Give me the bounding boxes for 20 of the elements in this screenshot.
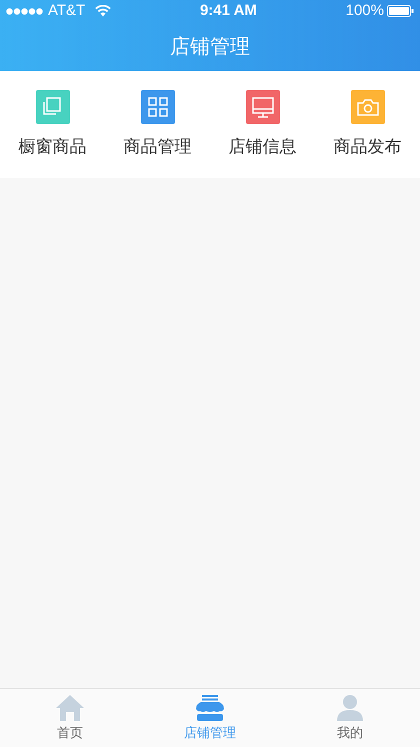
menu-label[interactable]: 橱窗商品 <box>18 134 86 160</box>
monitor-icon[interactable] <box>246 90 280 124</box>
camera-icon[interactable] <box>350 90 384 124</box>
menu-label[interactable]: 店铺信息 <box>228 134 296 160</box>
shop-icon <box>196 694 224 721</box>
home-icon <box>56 694 84 721</box>
tab-bar-item[interactable]: 我的 <box>280 689 420 747</box>
menu-label[interactable]: 商品发布 <box>334 134 402 160</box>
clock-time: 9:41 AM <box>200 0 257 21</box>
signal-icon <box>6 8 44 14</box>
page-title: 店铺管理 <box>170 34 250 60</box>
user-icon <box>336 694 364 721</box>
grid-icon[interactable] <box>140 90 174 124</box>
carrier-name: AT&T <box>48 0 86 21</box>
tab-bar-item[interactable]: 首页 <box>0 689 140 747</box>
wifi-icon <box>95 5 112 17</box>
copy-icon[interactable] <box>36 90 70 124</box>
menu-label[interactable]: 商品管理 <box>124 134 192 160</box>
battery-percent: 100% <box>346 0 384 21</box>
battery-icon <box>386 5 414 17</box>
